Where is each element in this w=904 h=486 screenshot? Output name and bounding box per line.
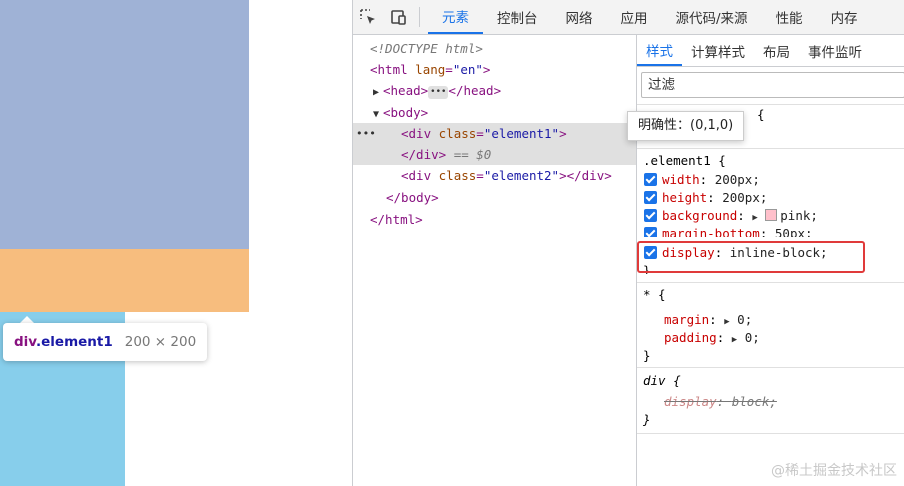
tooltip-class: .element1: [36, 334, 113, 350]
rule-divider: [637, 148, 904, 149]
margin-bottom-highlight: [0, 249, 249, 312]
div1-tag: div: [408, 126, 432, 141]
tab-memory[interactable]: 内存: [817, 0, 872, 34]
div1-class-value: "element1": [483, 126, 560, 141]
dom-body-line[interactable]: ▼ <body>: [353, 102, 636, 123]
expand-triangle-icon[interactable]: ▶: [752, 213, 757, 223]
selected-marker: == $0: [453, 147, 492, 162]
expand-triangle-icon[interactable]: ▶: [724, 317, 729, 327]
head-open: <head>: [383, 83, 429, 98]
head-close: </head>: [448, 83, 502, 98]
subtab-computed[interactable]: 计算样式: [682, 35, 754, 66]
div2-class-attr: class: [438, 168, 477, 183]
prop-padding[interactable]: padding: ▶ 0;: [664, 329, 760, 347]
more-options-icon[interactable]: •••: [356, 123, 376, 144]
checkbox-icon[interactable]: [644, 227, 657, 237]
dom-div-element2-line[interactable]: <div class="element2"></div>: [353, 165, 636, 186]
styles-subtabs: 样式 计算样式 布局 事件监听: [637, 35, 904, 67]
device-toolbar-icon[interactable]: [383, 0, 413, 34]
star-rule-close: }: [643, 348, 651, 363]
top-rule-fragment: {: [757, 107, 765, 122]
dom-html-close-line[interactable]: </html>: [353, 209, 636, 230]
div1-close: </div>: [401, 147, 447, 162]
body-open: <body>: [383, 105, 429, 120]
watermark: @稀土掘金技术社区: [771, 463, 897, 479]
expand-triangle-icon[interactable]: ▶: [373, 82, 383, 103]
tab-application[interactable]: 应用: [607, 0, 662, 34]
checkbox-icon[interactable]: [644, 191, 657, 204]
inspect-tooltip: div.element1 200 × 200: [3, 323, 208, 361]
collapse-triangle-icon[interactable]: ▼: [373, 104, 383, 125]
tab-network[interactable]: 网络: [552, 0, 607, 34]
div2-close: </div>: [566, 168, 612, 183]
div1-class-attr: class: [438, 126, 477, 141]
element1-selector[interactable]: .element1 {: [643, 152, 726, 170]
collapsed-ellipsis-icon[interactable]: •••: [428, 86, 449, 99]
color-swatch-icon[interactable]: [765, 209, 778, 221]
subtab-layout[interactable]: 布局: [754, 35, 799, 66]
tooltip-tag: div: [14, 334, 36, 350]
html-close: </html>: [370, 212, 423, 227]
checkbox-icon[interactable]: [644, 209, 657, 222]
tab-performance[interactable]: 性能: [762, 0, 817, 34]
dom-doctype-line[interactable]: <!DOCTYPE html>: [353, 38, 636, 59]
rule-divider: [637, 433, 904, 434]
inspect-tooltip-arrow: [20, 316, 34, 323]
rendered-page: div.element1 200 × 200: [0, 0, 352, 486]
tab-sources[interactable]: 源代码/来源: [662, 0, 762, 34]
prop-height[interactable]: height: 200px;: [644, 189, 767, 207]
tooltip-size: 200 × 200: [124, 334, 197, 350]
dom-doctype: <!DOCTYPE html>: [370, 41, 483, 56]
div-rule-close: }: [643, 412, 651, 427]
dom-body-close-line[interactable]: </body>: [353, 187, 636, 208]
tab-console[interactable]: 控制台: [483, 0, 552, 34]
dom-div-element1-close-line[interactable]: </div> == $0: [353, 144, 636, 165]
toolbar-separator: [419, 7, 420, 27]
rule-divider: [637, 104, 904, 105]
specificity-tooltip: 明确性：(0,1,0): [627, 111, 745, 141]
body-close: </body>: [386, 190, 439, 205]
star-selector[interactable]: * {: [643, 286, 666, 304]
html-tag: html: [377, 62, 408, 77]
subtab-styles[interactable]: 样式: [637, 35, 682, 66]
dom-html-line[interactable]: <html lang="en">: [353, 59, 636, 80]
div2-class-value: "element2": [483, 168, 560, 183]
prop-background[interactable]: background: ▶ pink;: [644, 207, 818, 225]
div-selector[interactable]: div {: [643, 372, 681, 390]
checkbox-icon[interactable]: [644, 173, 657, 186]
devtools-toolbar: 元素 控制台 网络 应用 源代码/来源 性能 内存: [353, 0, 904, 35]
tab-elements[interactable]: 元素: [428, 0, 483, 34]
prop-display-overridden[interactable]: display: block;: [664, 393, 777, 411]
html-lang-value: "en": [452, 62, 483, 77]
subtab-event-listeners[interactable]: 事件监听: [799, 35, 871, 66]
prop-width[interactable]: width: 200px;: [644, 171, 760, 189]
red-highlight-box: [637, 241, 865, 273]
html-lang-attr: lang: [415, 62, 446, 77]
dom-tree: <!DOCTYPE html> <html lang="en"> ▶ <head>…: [353, 35, 636, 486]
prop-margin[interactable]: margin: ▶ 0;: [664, 311, 752, 329]
rule-divider: [637, 282, 904, 283]
dom-div-element1-line[interactable]: ••• <div class="element1">: [353, 123, 636, 144]
element1-box[interactable]: [0, 0, 249, 249]
rule-divider: [637, 367, 904, 368]
expand-triangle-icon[interactable]: ▶: [732, 335, 737, 345]
styles-filter-input[interactable]: 过滤: [641, 72, 904, 98]
div2-tag: div: [408, 168, 432, 183]
inspect-element-icon[interactable]: [353, 0, 383, 34]
prop-margin-bottom[interactable]: margin-bottom: 50px;: [644, 225, 813, 237]
dom-head-line[interactable]: ▶ <head> ••• </head>: [353, 80, 636, 101]
